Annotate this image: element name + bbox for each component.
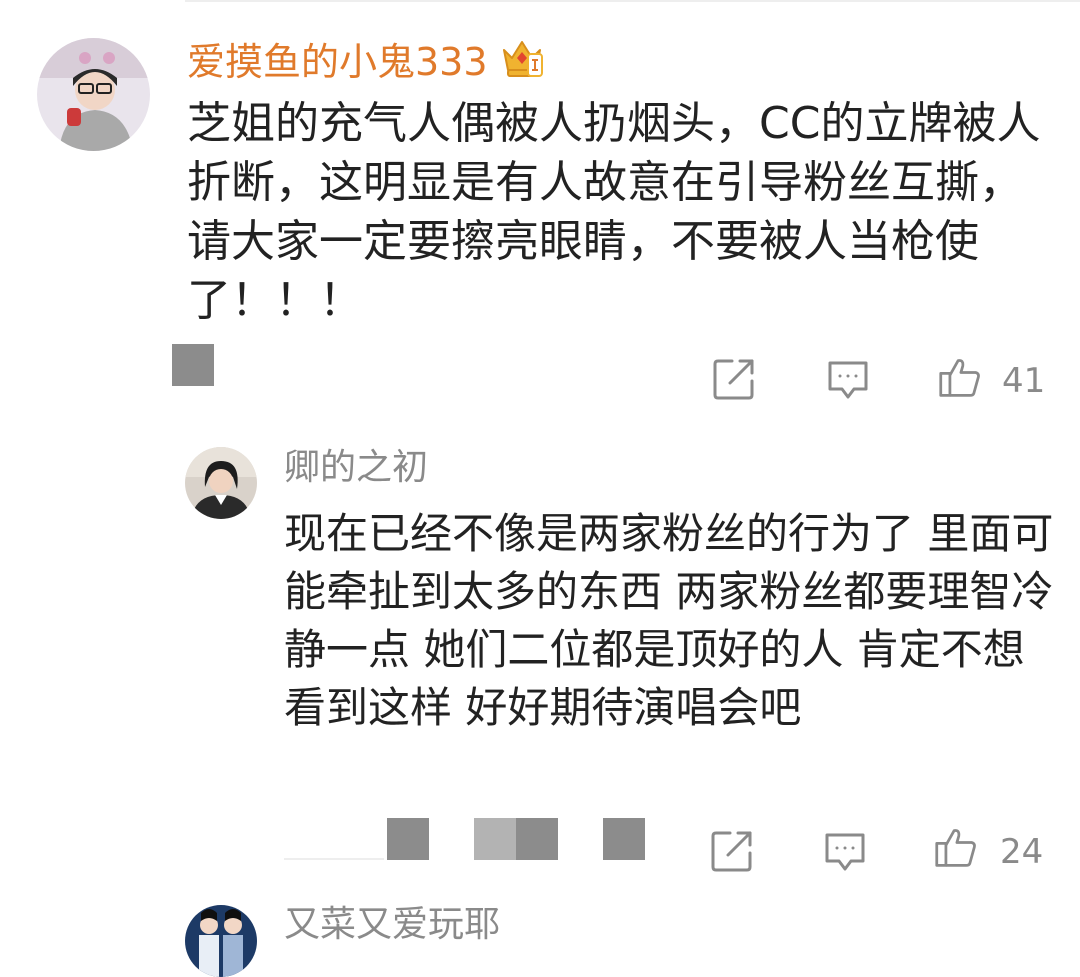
comment-username[interactable]: 爱摸鱼的小鬼333 xyxy=(187,40,488,84)
thumbs-up-icon[interactable] xyxy=(938,356,986,402)
redacted-block xyxy=(387,818,429,860)
reply-avatar[interactable] xyxy=(185,447,257,519)
redacted-block xyxy=(603,818,645,860)
redacted-block xyxy=(474,818,516,860)
comment-icon[interactable] xyxy=(826,357,870,401)
share-icon[interactable] xyxy=(712,357,756,401)
comment-icon[interactable] xyxy=(823,829,867,873)
share-icon[interactable] xyxy=(710,829,754,873)
like-count: 41 xyxy=(1002,361,1046,401)
next-reply-avatar[interactable] xyxy=(185,905,257,977)
avatar-image xyxy=(185,447,257,519)
reply-text: 现在已经不像是两家粉丝的行为了 里面可能牵扯到太多的东西 两家粉丝都要理智冷静一… xyxy=(284,509,1054,732)
redacted-block xyxy=(172,344,214,386)
divider xyxy=(284,858,384,860)
next-reply-username[interactable]: 又菜又爱玩耶 xyxy=(284,902,500,948)
thumbs-up-icon[interactable] xyxy=(934,826,982,872)
reply-username[interactable]: 卿的之初 xyxy=(284,445,428,491)
redacted-block xyxy=(516,818,558,860)
avatar-image xyxy=(37,38,150,151)
crown-icon xyxy=(498,34,546,80)
avatar-image xyxy=(185,905,257,977)
top-divider xyxy=(185,0,1080,2)
comment-text: 芝姐的充气人偶被人扔烟头，CC的立牌被人折断，这明显是有人故意在引导粉丝互撕，请… xyxy=(187,98,1041,326)
like-count: 24 xyxy=(1000,832,1044,872)
user-avatar[interactable] xyxy=(37,38,150,151)
